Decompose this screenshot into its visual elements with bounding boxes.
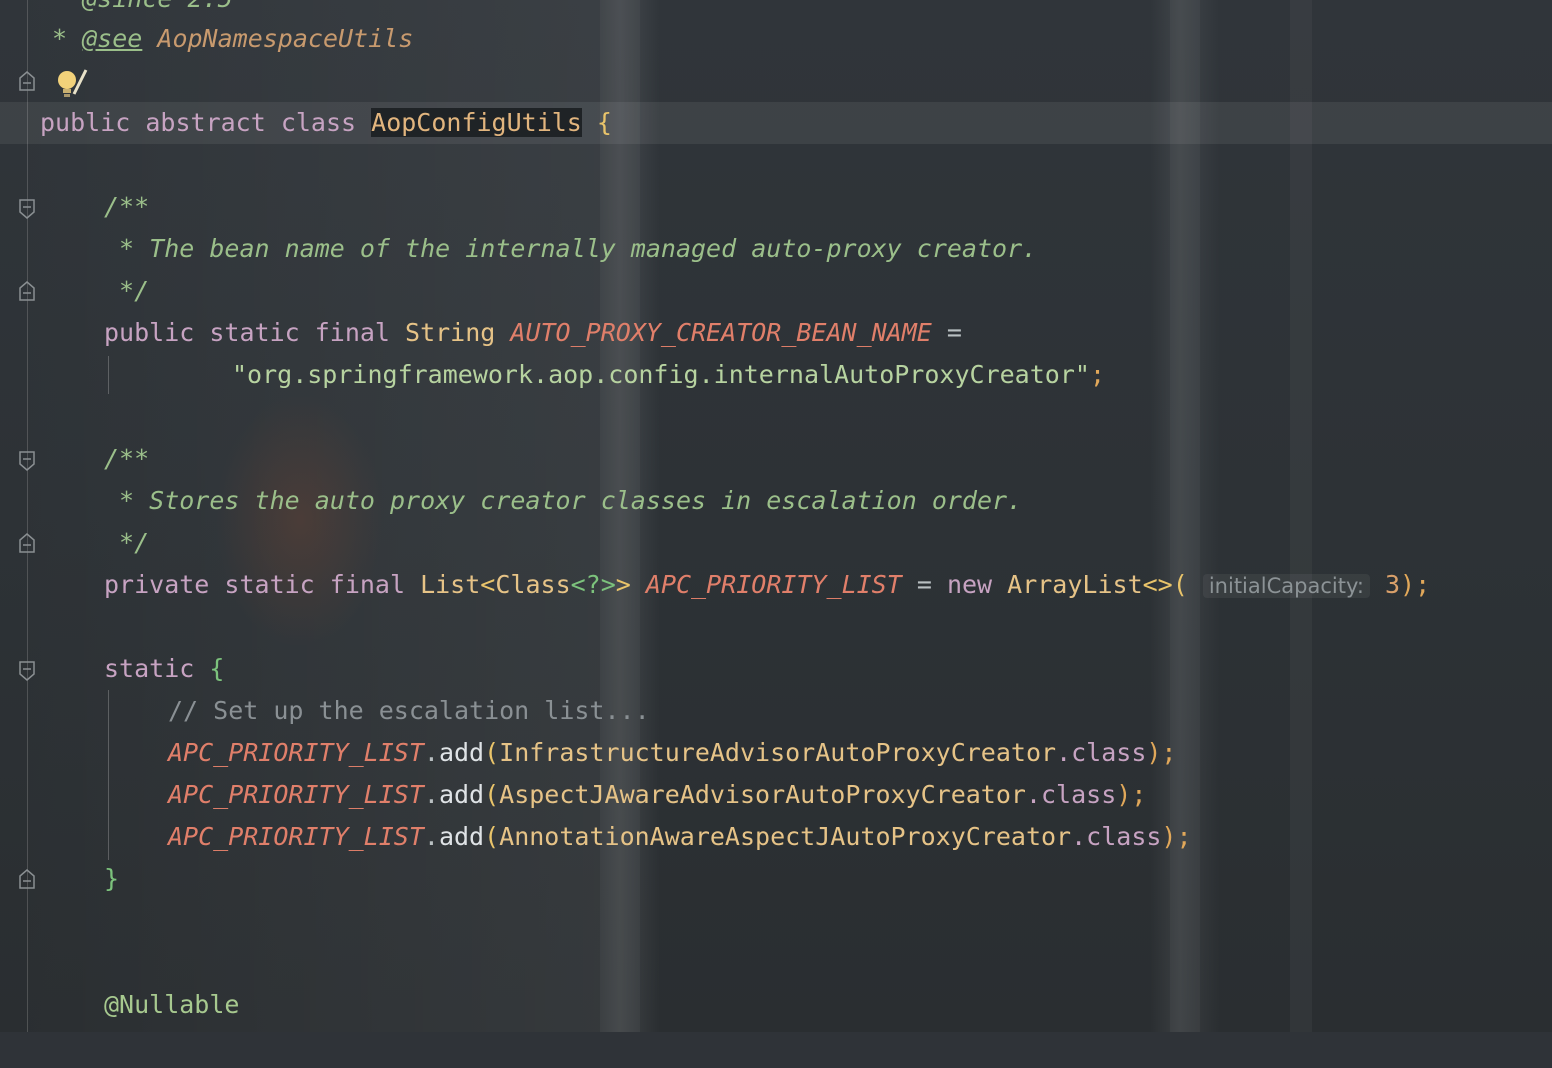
parameter-hint: initialCapacity: <box>1202 574 1370 598</box>
code-line[interactable]: APC_PRIORITY_LIST.add(AnnotationAwareAsp… <box>0 816 1552 858</box>
doc-link[interactable]: AopNamespaceUtils <box>157 24 413 53</box>
code-line[interactable]: public static final String AUTO_PROXY_CR… <box>0 312 1552 354</box>
keyword: public abstract class <box>40 108 372 137</box>
doc-comment: * Stores the auto proxy creator classes … <box>104 486 1023 515</box>
code-line[interactable]: /** <box>0 186 1552 228</box>
code-line[interactable]: * @see AopNamespaceUtils <box>0 18 1552 60</box>
code-line[interactable]: * Stores the auto proxy creator classes … <box>0 480 1552 522</box>
code-line[interactable]: "org.springframework.aop.config.internal… <box>0 354 1552 396</box>
code-line[interactable]: APC_PRIORITY_LIST.add(InfrastructureAdvi… <box>0 732 1552 774</box>
code-line[interactable]: */ <box>0 522 1552 564</box>
code-line[interactable]: // Set up the escalation list... <box>0 690 1552 732</box>
code-line[interactable]: * The bean name of the internally manage… <box>0 228 1552 270</box>
code-line[interactable]: * @since 2.5 <box>0 0 1552 20</box>
code-line[interactable]: static { <box>0 648 1552 690</box>
doc-comment: * @since 2.5 <box>52 0 233 13</box>
fold-end-icon[interactable] <box>18 70 36 92</box>
code-line[interactable]: /** <box>0 438 1552 480</box>
lightbulb-icon[interactable] <box>52 66 92 102</box>
class-name[interactable]: AopConfigUtils <box>371 108 582 137</box>
line-comment: // Set up the escalation list... <box>168 696 650 725</box>
constant-name[interactable]: AUTO_PROXY_CREATOR_BEAN_NAME <box>510 318 931 347</box>
code-line[interactable]: @Nullable <box>0 984 1552 1026</box>
doc-tag-see[interactable]: @see <box>82 24 142 53</box>
code-line-current[interactable]: public abstract class AopConfigUtils { <box>0 102 1552 144</box>
doc-comment: * The bean name of the internally manage… <box>104 234 1038 263</box>
constant-name[interactable]: APC_PRIORITY_LIST <box>646 570 902 599</box>
code-line[interactable]: } <box>0 858 1552 900</box>
code-line[interactable]: private static final List<Class<?>> APC_… <box>0 564 1552 606</box>
string-literal: "org.springframework.aop.config.internal… <box>232 360 1090 389</box>
annotation[interactable]: @Nullable <box>104 990 239 1019</box>
code-line[interactable]: */ <box>0 270 1552 312</box>
code-line[interactable]: APC_PRIORITY_LIST.add(AspectJAwareAdviso… <box>0 774 1552 816</box>
